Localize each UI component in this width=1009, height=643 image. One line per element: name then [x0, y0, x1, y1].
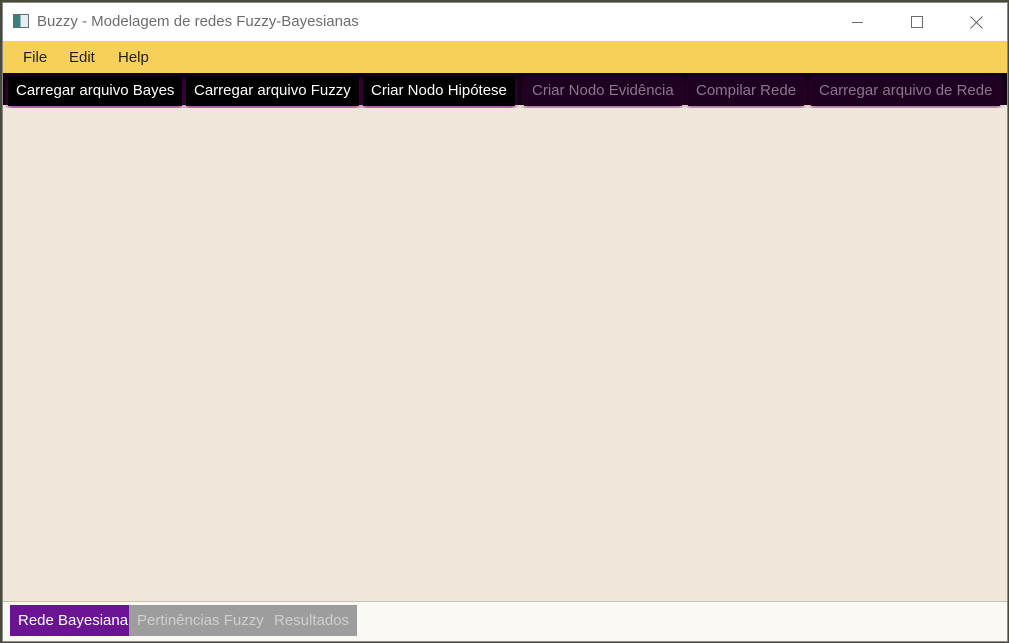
maximize-button[interactable] [888, 3, 946, 41]
tab-bar: Rede Bayesiana Pertinências Fuzzy Result… [3, 601, 1007, 641]
compile-network-button[interactable]: Compilar Rede [688, 76, 805, 106]
load-network-file-button[interactable]: Carregar arquivo de Rede [811, 76, 1001, 106]
minimize-icon [852, 22, 863, 23]
minimize-button[interactable] [829, 3, 887, 41]
tab-pertinencias-fuzzy[interactable]: Pertinências Fuzzy [129, 605, 272, 636]
menu-file[interactable]: File [23, 49, 47, 66]
toolbar: Carregar arquivo Bayes Carregar arquivo … [3, 73, 1007, 106]
window-title: Buzzy - Modelagem de redes Fuzzy-Bayesia… [37, 13, 359, 30]
create-evidence-node-button[interactable]: Criar Nodo Evidência [524, 76, 682, 106]
title-bar[interactable]: Buzzy - Modelagem de redes Fuzzy-Bayesia… [3, 3, 1007, 41]
close-button[interactable] [947, 3, 1005, 41]
tab-resultados[interactable]: Resultados [266, 605, 358, 636]
load-bayes-file-button[interactable]: Carregar arquivo Bayes [8, 76, 183, 106]
tab-rede-bayesiana[interactable]: Rede Bayesiana [10, 605, 137, 636]
menu-bar: File Edit Help [3, 41, 1007, 73]
close-icon [969, 15, 983, 29]
app-window: Buzzy - Modelagem de redes Fuzzy-Bayesia… [3, 3, 1007, 641]
menu-edit[interactable]: Edit [69, 49, 95, 66]
app-window-icon [13, 14, 29, 28]
create-hypothesis-node-button[interactable]: Criar Nodo Hipótese [363, 76, 515, 106]
menu-help[interactable]: Help [118, 49, 149, 66]
network-canvas[interactable] [3, 108, 1007, 601]
load-fuzzy-file-button[interactable]: Carregar arquivo Fuzzy [186, 76, 359, 106]
maximize-icon [911, 16, 923, 28]
